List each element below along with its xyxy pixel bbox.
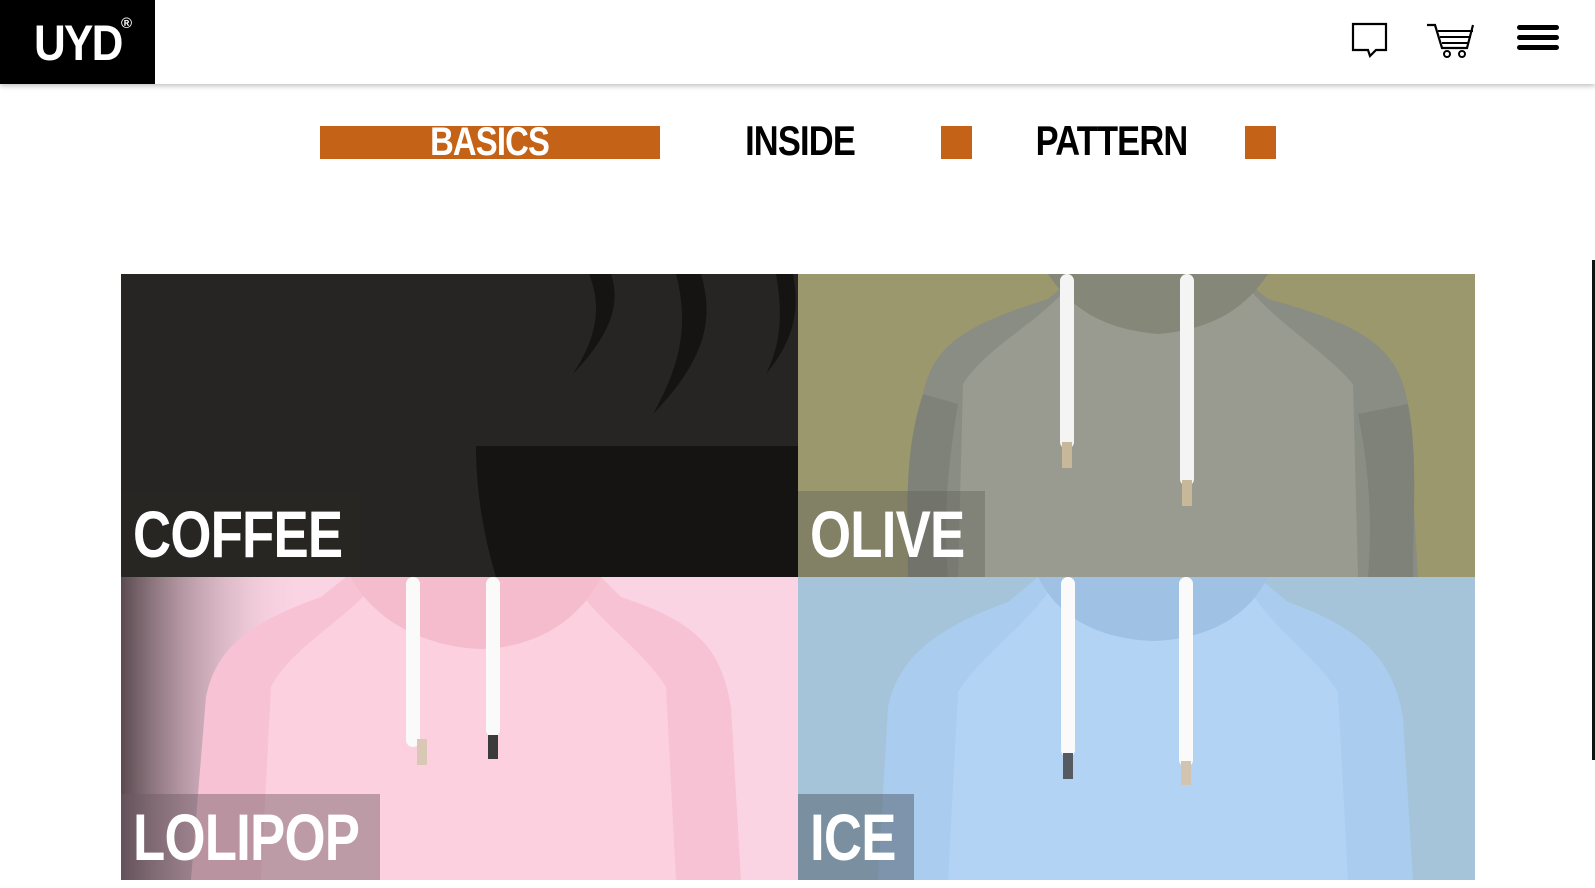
product-label-olive: OLIVE xyxy=(798,491,985,577)
tab-inside-label: INSIDE xyxy=(745,117,856,164)
product-tile-ice[interactable]: ICE xyxy=(798,577,1475,880)
product-name: ICE xyxy=(810,800,896,874)
registered-mark: ® xyxy=(121,15,133,32)
product-grid: COFFEE OLIVE LOLIPOP ICE xyxy=(121,274,1475,880)
logo-text: UYD xyxy=(33,15,123,71)
category-tabs: BASICS INSIDE PATTERN xyxy=(0,117,1595,168)
tab-basics-label: BASICS xyxy=(430,120,550,164)
cart-icon[interactable] xyxy=(1425,20,1479,64)
product-tile-olive[interactable]: OLIVE xyxy=(798,274,1475,577)
product-label-lolipop: LOLIPOP xyxy=(121,794,380,880)
product-name: OLIVE xyxy=(810,497,965,571)
product-tile-lolipop[interactable]: LOLIPOP xyxy=(121,577,798,880)
tab-pattern[interactable]: PATTERN xyxy=(1012,117,1212,164)
chat-icon[interactable] xyxy=(1350,20,1396,64)
tab-basics[interactable]: BASICS xyxy=(320,120,660,164)
menu-icon[interactable] xyxy=(1515,20,1561,64)
tab-inside[interactable]: INSIDE xyxy=(700,117,900,164)
product-label-ice: ICE xyxy=(798,794,914,880)
product-label-coffee: COFFEE xyxy=(121,491,361,577)
tab-pattern-marker[interactable] xyxy=(1245,126,1276,159)
logo[interactable]: UYD ® xyxy=(0,0,155,84)
tab-inside-marker[interactable] xyxy=(941,126,972,159)
product-name: LOLIPOP xyxy=(133,800,360,874)
tab-pattern-label: PATTERN xyxy=(1036,117,1189,164)
product-name: COFFEE xyxy=(133,497,343,571)
site-header: UYD ® xyxy=(0,0,1595,84)
product-tile-coffee[interactable]: COFFEE xyxy=(121,274,798,577)
